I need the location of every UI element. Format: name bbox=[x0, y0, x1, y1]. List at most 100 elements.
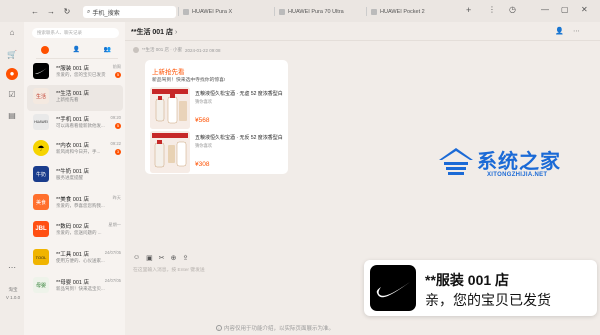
minimize-icon[interactable]: — bbox=[541, 5, 549, 14]
input-toolbar: ☺ ▣ ✂ ⊕ ⇪ bbox=[133, 254, 188, 262]
product-image bbox=[150, 131, 190, 173]
huawei-favicon-icon bbox=[183, 8, 189, 15]
tab-pocket-2[interactable]: HUAWEI Pocket 2 bbox=[368, 5, 460, 18]
tab-divider bbox=[366, 7, 367, 16]
product-reason: 猜你喜欢 bbox=[195, 143, 213, 148]
item-message: 使用方便的、心仪送家... bbox=[56, 258, 105, 263]
image-icon[interactable]: ▣ bbox=[146, 254, 153, 262]
maximize-icon[interactable]: ▢ bbox=[561, 5, 569, 14]
history-icon[interactable]: ◷ bbox=[509, 5, 516, 14]
tab-label: HUAWEI Pura 70 Ultra bbox=[288, 8, 344, 15]
item-date: 24/07/05 bbox=[104, 278, 121, 283]
house-logo-icon bbox=[439, 148, 473, 175]
tab-pura-x[interactable]: HUAWEI Pura X bbox=[180, 5, 272, 18]
list-item[interactable]: 生活 **生活 001 店 上新抢先看 bbox=[27, 85, 123, 111]
promo-card[interactable]: 上新抢先看 新品驾到！快来选中寺找你的惊喜! 五粮液恒久松宝酒 · 无虚 52 … bbox=[145, 60, 288, 174]
close-icon[interactable]: ✕ bbox=[581, 5, 588, 14]
cart-icon[interactable]: 🛒 bbox=[6, 49, 18, 61]
shop-tab-icon[interactable] bbox=[41, 46, 49, 54]
emoji-icon[interactable]: ☺ bbox=[133, 254, 140, 262]
item-message: 亲爱的，您送问题的 ... bbox=[56, 230, 102, 235]
chevron-right-icon: › bbox=[175, 29, 178, 36]
more-menu-icon[interactable]: ⋮ bbox=[488, 5, 496, 14]
product-item[interactable]: 五粮液恒久松宝酒 · 无虚 52 度浓香型白酒 猜你喜欢 ¥568 bbox=[150, 87, 283, 129]
search-input[interactable]: ⌕ 手机_搜索 bbox=[83, 6, 176, 18]
unread-badge: 3 bbox=[115, 149, 121, 155]
item-name: **内衣 001 店 bbox=[56, 143, 90, 149]
contacts-tab-icon[interactable]: 👤 bbox=[73, 46, 80, 54]
item-message: 上新抢先看 bbox=[56, 97, 79, 102]
list-item[interactable]: **服装 001 店 亲爱的，您的宝贝已发货 前周 5 bbox=[27, 60, 123, 86]
chat-title-text: **生活 001 店 bbox=[131, 29, 174, 36]
watermark: 系统之家 XITONGZHIJIA.NET bbox=[437, 143, 587, 183]
item-name: **工具 001 店 bbox=[56, 252, 90, 258]
item-date: 星期一 bbox=[108, 222, 121, 227]
app-name: 淘宝 bbox=[8, 287, 18, 292]
shop-avatar: JBL bbox=[33, 221, 49, 237]
message-time: 2024-01-22 09:08 bbox=[185, 47, 221, 53]
nav-controls: ← → ↻ bbox=[0, 7, 72, 16]
list-item[interactable]: 牛奶 **牛奶 001 店 服务进度提醒 bbox=[27, 163, 123, 189]
liquor-bottles-image bbox=[150, 131, 190, 173]
product-price: ¥568 bbox=[195, 117, 210, 124]
notice-text: 内容仅用于功能介绍，以实际页面展示为准。 bbox=[224, 326, 335, 332]
item-date: 前周 bbox=[112, 64, 121, 69]
list-item[interactable]: HUAWEI **手机 001 店 可以再看看能新款他发... 09:20 5 bbox=[27, 111, 123, 137]
tab-label: HUAWEI Pocket 2 bbox=[380, 8, 425, 15]
item-message: 可以再看看能新款他发... bbox=[56, 123, 105, 128]
item-name: **手机 001 店 bbox=[56, 117, 90, 123]
profile-icon[interactable]: 👤 bbox=[555, 27, 564, 35]
divider bbox=[36, 58, 118, 59]
product-name: 五粮液恒久松宝酒 · 无虚 52 度浓香型白酒 bbox=[195, 91, 283, 97]
shop-avatar: TOOL bbox=[33, 249, 49, 265]
more-options-icon[interactable]: ⋯ bbox=[573, 27, 580, 35]
info-icon: i bbox=[216, 325, 222, 331]
notification-toast[interactable]: **服装 001 店 亲，您的宝贝已发货 bbox=[364, 260, 597, 316]
item-name: **服装 001 店 bbox=[56, 66, 90, 72]
more-icon[interactable]: ⋯ bbox=[6, 262, 18, 274]
toast-message: 亲，您的宝贝已发货 bbox=[425, 292, 551, 308]
new-tab-icon[interactable]: + bbox=[466, 5, 471, 15]
back-icon[interactable]: ← bbox=[30, 7, 40, 16]
item-date: 昨天 bbox=[112, 195, 121, 200]
refresh-icon[interactable]: ↻ bbox=[62, 7, 72, 16]
upload-icon[interactable]: ⇪ bbox=[183, 254, 189, 262]
product-price: ¥308 bbox=[195, 161, 210, 168]
attachment-icon[interactable]: ⊕ bbox=[171, 254, 177, 262]
orders-icon[interactable]: ☑ bbox=[6, 89, 18, 101]
search-icon: ⌕ bbox=[87, 8, 91, 15]
product-name: 五粮液恒久松宝酒 · 无反 52 度浓香型白酒 bbox=[195, 135, 283, 141]
messages-icon[interactable]: ● bbox=[6, 68, 18, 80]
product-item[interactable]: 五粮液恒久松宝酒 · 无反 52 度浓香型白酒 猜你喜欢 ¥308 bbox=[150, 131, 283, 173]
list-item[interactable]: 母婴 **母婴 001 店 新品驾到！快来选宝贝... 24/07/05 bbox=[27, 274, 123, 300]
shop-avatar: 美食 bbox=[33, 194, 49, 210]
watermark-title: 系统之家 bbox=[477, 149, 561, 173]
list-item[interactable]: JBL **数码 002 店 亲爱的，您送问题的 ... 星期一 bbox=[27, 218, 123, 244]
product-reason: 猜你喜欢 bbox=[195, 99, 213, 104]
chat-title[interactable]: **生活 001 店 › bbox=[131, 27, 177, 37]
forward-icon[interactable]: → bbox=[46, 7, 56, 16]
left-rail: ⌂ 🛒 ● ☑ ▤ ⋯ 淘宝 V 1.0.0 bbox=[0, 22, 24, 335]
watermark-subtitle: XITONGZHIJIA.NET bbox=[487, 172, 548, 178]
card-title: 上新抢先看 bbox=[152, 69, 185, 76]
huawei-favicon-icon bbox=[371, 8, 377, 15]
shop-avatar bbox=[33, 63, 49, 79]
tab-pura-70-ultra[interactable]: HUAWEI Pura 70 Ultra bbox=[276, 5, 368, 18]
product-image bbox=[150, 87, 190, 129]
home-icon[interactable]: ⌂ bbox=[6, 27, 18, 39]
scissors-icon[interactable]: ✂ bbox=[159, 254, 165, 262]
group-tab-icon[interactable]: 👥 bbox=[104, 46, 111, 54]
nike-swoosh-icon bbox=[376, 282, 410, 298]
list-item[interactable]: ☂ **内衣 001 店 新风尚和今日开，手... 09:22 3 bbox=[27, 137, 123, 163]
list-item[interactable]: 美食 **美食 001 店 亲爱的，恭喜您您购我... 昨天 bbox=[27, 191, 123, 217]
item-message: 亲爱的，恭喜您您购我... bbox=[56, 203, 105, 208]
toast-shop-name: **服装 001 店 bbox=[425, 272, 510, 288]
chat-list: 搜索联系人、聊天记录 👤 👥 **服装 001 店 亲爱的，您的宝贝已发货 前周… bbox=[24, 22, 125, 335]
chat-search-input[interactable]: 搜索联系人、聊天记录 bbox=[32, 28, 119, 38]
app-version: V 1.0.0 bbox=[5, 295, 21, 300]
tab-divider bbox=[178, 7, 179, 16]
list-item[interactable]: TOOL **工具 001 店 使用方便的、心仪送家... 24/07/05 bbox=[27, 246, 123, 272]
clipboard-icon[interactable]: ▤ bbox=[6, 110, 18, 122]
unread-badge: 5 bbox=[115, 72, 121, 78]
message-input[interactable]: 在这里输入消息，按 Enter 键发送 bbox=[133, 266, 205, 273]
